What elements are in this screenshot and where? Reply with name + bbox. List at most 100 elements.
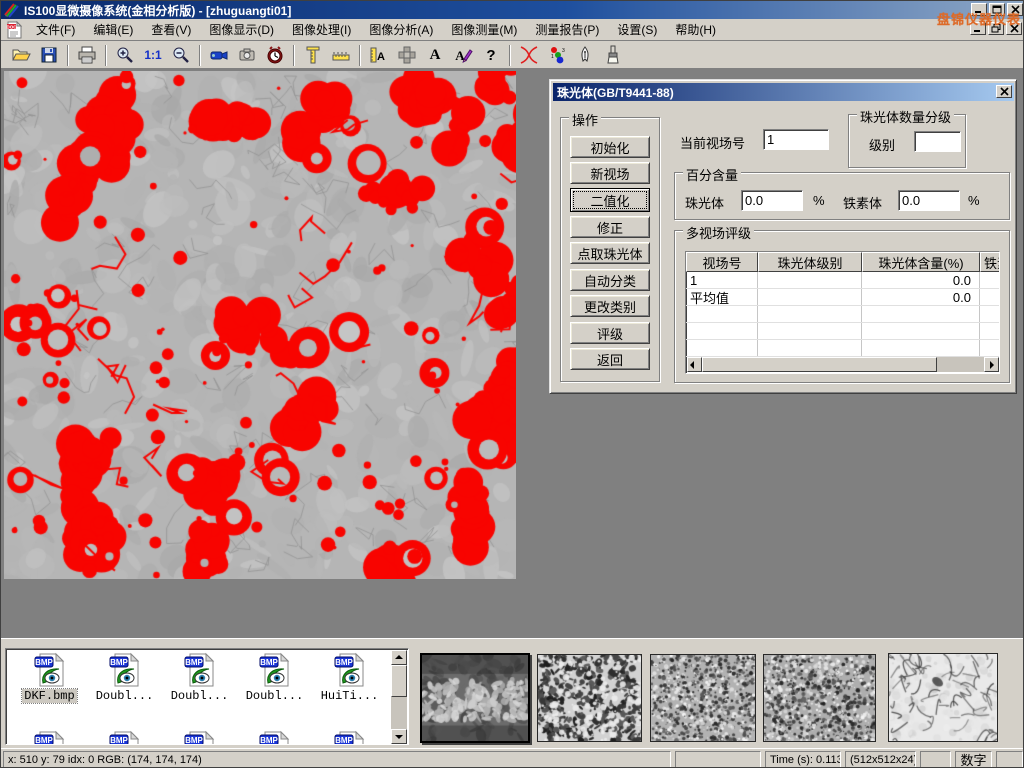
grid-tool-button[interactable] xyxy=(394,43,420,67)
text-tool-button[interactable]: A xyxy=(422,43,448,67)
file-item-dkf[interactable]: DKF.bmp xyxy=(12,652,87,703)
table-row[interactable]: 1 0.0 xyxy=(686,272,999,289)
print-button[interactable] xyxy=(74,43,100,67)
table-row[interactable]: 平均值 0.0 xyxy=(686,289,999,306)
file-item-doubl1[interactable]: Doubl... xyxy=(87,652,162,703)
ferrite-label: 铁素体 xyxy=(843,193,882,212)
brush-tool-button[interactable] xyxy=(600,43,626,67)
binarize-button[interactable]: 二值化 xyxy=(570,188,650,212)
rate-button[interactable]: 评级 xyxy=(570,322,650,344)
scroll-right-button[interactable] xyxy=(984,357,999,372)
caliper-button[interactable] xyxy=(300,43,326,67)
file-item-huiti[interactable]: HuiTi... xyxy=(312,652,387,703)
return-button[interactable]: 返回 xyxy=(570,348,650,370)
open-button[interactable] xyxy=(8,43,34,67)
document-icon[interactable]: DOC xyxy=(5,21,23,39)
current-field-label: 当前视场号 xyxy=(680,133,745,152)
zoom-out-button[interactable] xyxy=(168,43,194,67)
cell-grade xyxy=(758,272,862,288)
menu-item-file[interactable]: 文件(F) xyxy=(27,19,84,40)
thumbnail-5[interactable] xyxy=(888,653,998,742)
dialog-close-button[interactable] xyxy=(996,85,1012,98)
ferrite-input[interactable]: 0.0 xyxy=(898,190,960,211)
level-input[interactable] xyxy=(914,131,961,152)
col-field-number[interactable]: 视场号 xyxy=(686,252,758,272)
photo-camera-button[interactable] xyxy=(234,43,260,67)
table-row-empty xyxy=(686,340,999,357)
file-item-doubl3[interactable]: Doubl... xyxy=(237,652,312,703)
menu-item-view[interactable]: 查看(V) xyxy=(142,19,200,40)
thumbnail-3[interactable] xyxy=(650,654,756,742)
dialog-title-bar[interactable]: 珠光体(GB/T9441-88) xyxy=(553,83,1014,101)
minimize-button[interactable] xyxy=(971,3,987,16)
scrollbar-thumb[interactable] xyxy=(702,357,937,372)
scrollbar-thumb[interactable] xyxy=(391,665,407,697)
correct-button[interactable]: 修正 xyxy=(570,216,650,238)
mdi-restore-button[interactable] xyxy=(988,22,1004,35)
restore-button[interactable] xyxy=(989,3,1005,16)
status-empty-3 xyxy=(996,751,1023,768)
col-pearlite-grade[interactable]: 珠光体级别 xyxy=(758,252,862,272)
new-field-button[interactable]: 新视场 xyxy=(570,162,650,184)
file-item-partial[interactable] xyxy=(237,730,312,745)
save-button[interactable] xyxy=(36,43,62,67)
file-item-partial[interactable] xyxy=(312,730,387,745)
zoom-in-button[interactable] xyxy=(112,43,138,67)
scroll-up-button[interactable] xyxy=(391,650,407,665)
title-bar: IS100显微摄像系统(金相分析版) - [zhuguangti01] xyxy=(1,1,1024,19)
col-pearlite-content[interactable]: 珠光体含量(%) xyxy=(862,252,980,272)
file-item-partial[interactable] xyxy=(12,730,87,745)
classify-dots-button[interactable]: 13 xyxy=(544,43,570,67)
col-ferrite[interactable]: 铁素体 xyxy=(980,252,1000,272)
annotate-button[interactable]: A xyxy=(450,43,476,67)
scroll-left-button[interactable] xyxy=(687,357,702,372)
curve-cut-button[interactable] xyxy=(516,43,542,67)
pearlite-dialog: 珠光体(GB/T9441-88) 操作 初始化 新视场 二值化 修正 点取珠光体… xyxy=(549,79,1017,394)
table-horizontal-scrollbar[interactable] xyxy=(687,357,999,372)
pearlite-label: 珠光体 xyxy=(685,193,724,212)
help-button[interactable]: ? xyxy=(478,43,504,67)
ruler-button[interactable] xyxy=(328,43,354,67)
timer-button[interactable] xyxy=(262,43,288,67)
measure-text-button[interactable]: A xyxy=(366,43,392,67)
pearlite-input[interactable]: 0.0 xyxy=(741,190,803,211)
status-cursor-info: x: 510 y: 79 idx: 0 RGB: (174, 174, 174) xyxy=(3,751,671,768)
menu-item-help[interactable]: 帮助(H) xyxy=(666,19,725,40)
svg-text:DOC: DOC xyxy=(7,24,18,29)
operations-group-label: 操作 xyxy=(569,110,601,129)
mdi-minimize-button[interactable] xyxy=(970,22,986,35)
menu-item-image-display[interactable]: 图像显示(D) xyxy=(200,19,283,40)
file-item-partial[interactable] xyxy=(87,730,162,745)
current-field-input[interactable]: 1 xyxy=(763,129,829,150)
pen-tool-button[interactable] xyxy=(572,43,598,67)
change-class-button[interactable]: 更改类别 xyxy=(570,295,650,317)
close-button[interactable] xyxy=(1007,3,1023,16)
auto-classify-button[interactable]: 自动分类 xyxy=(570,269,650,291)
pick-pearlite-button[interactable]: 点取珠光体 xyxy=(570,242,650,264)
mdi-close-button[interactable] xyxy=(1006,22,1022,35)
status-empty-1 xyxy=(675,751,761,768)
toolbar-separator xyxy=(509,45,511,66)
bmp-file-icon xyxy=(183,652,217,688)
file-item-doubl2[interactable]: Doubl... xyxy=(162,652,237,703)
file-list-scrollbar[interactable] xyxy=(391,650,407,744)
file-item-partial[interactable] xyxy=(162,730,237,745)
scroll-down-button[interactable] xyxy=(391,729,407,744)
menu-item-image-process[interactable]: 图像处理(I) xyxy=(283,19,360,40)
video-camera-button[interactable] xyxy=(206,43,232,67)
initialize-button[interactable]: 初始化 xyxy=(570,136,650,158)
menu-item-settings[interactable]: 设置(S) xyxy=(608,19,666,40)
toolbar-separator xyxy=(105,45,107,66)
menu-item-image-measure[interactable]: 图像测量(M) xyxy=(442,19,526,40)
thumbnail-1[interactable] xyxy=(420,653,530,743)
metallograph-image[interactable] xyxy=(4,71,516,579)
menu-item-edit[interactable]: 编辑(E) xyxy=(84,19,142,40)
thumbnail-2[interactable] xyxy=(537,654,642,742)
rating-group-label: 多视场评级 xyxy=(683,223,754,242)
file-name: HuiTi... xyxy=(319,689,381,703)
actual-size-button[interactable]: 1:1 xyxy=(140,43,166,67)
toolbar-separator xyxy=(293,45,295,66)
menu-item-measure-report[interactable]: 测量报告(P) xyxy=(526,19,608,40)
thumbnail-4[interactable] xyxy=(763,654,876,742)
menu-item-image-analysis[interactable]: 图像分析(A) xyxy=(360,19,442,40)
